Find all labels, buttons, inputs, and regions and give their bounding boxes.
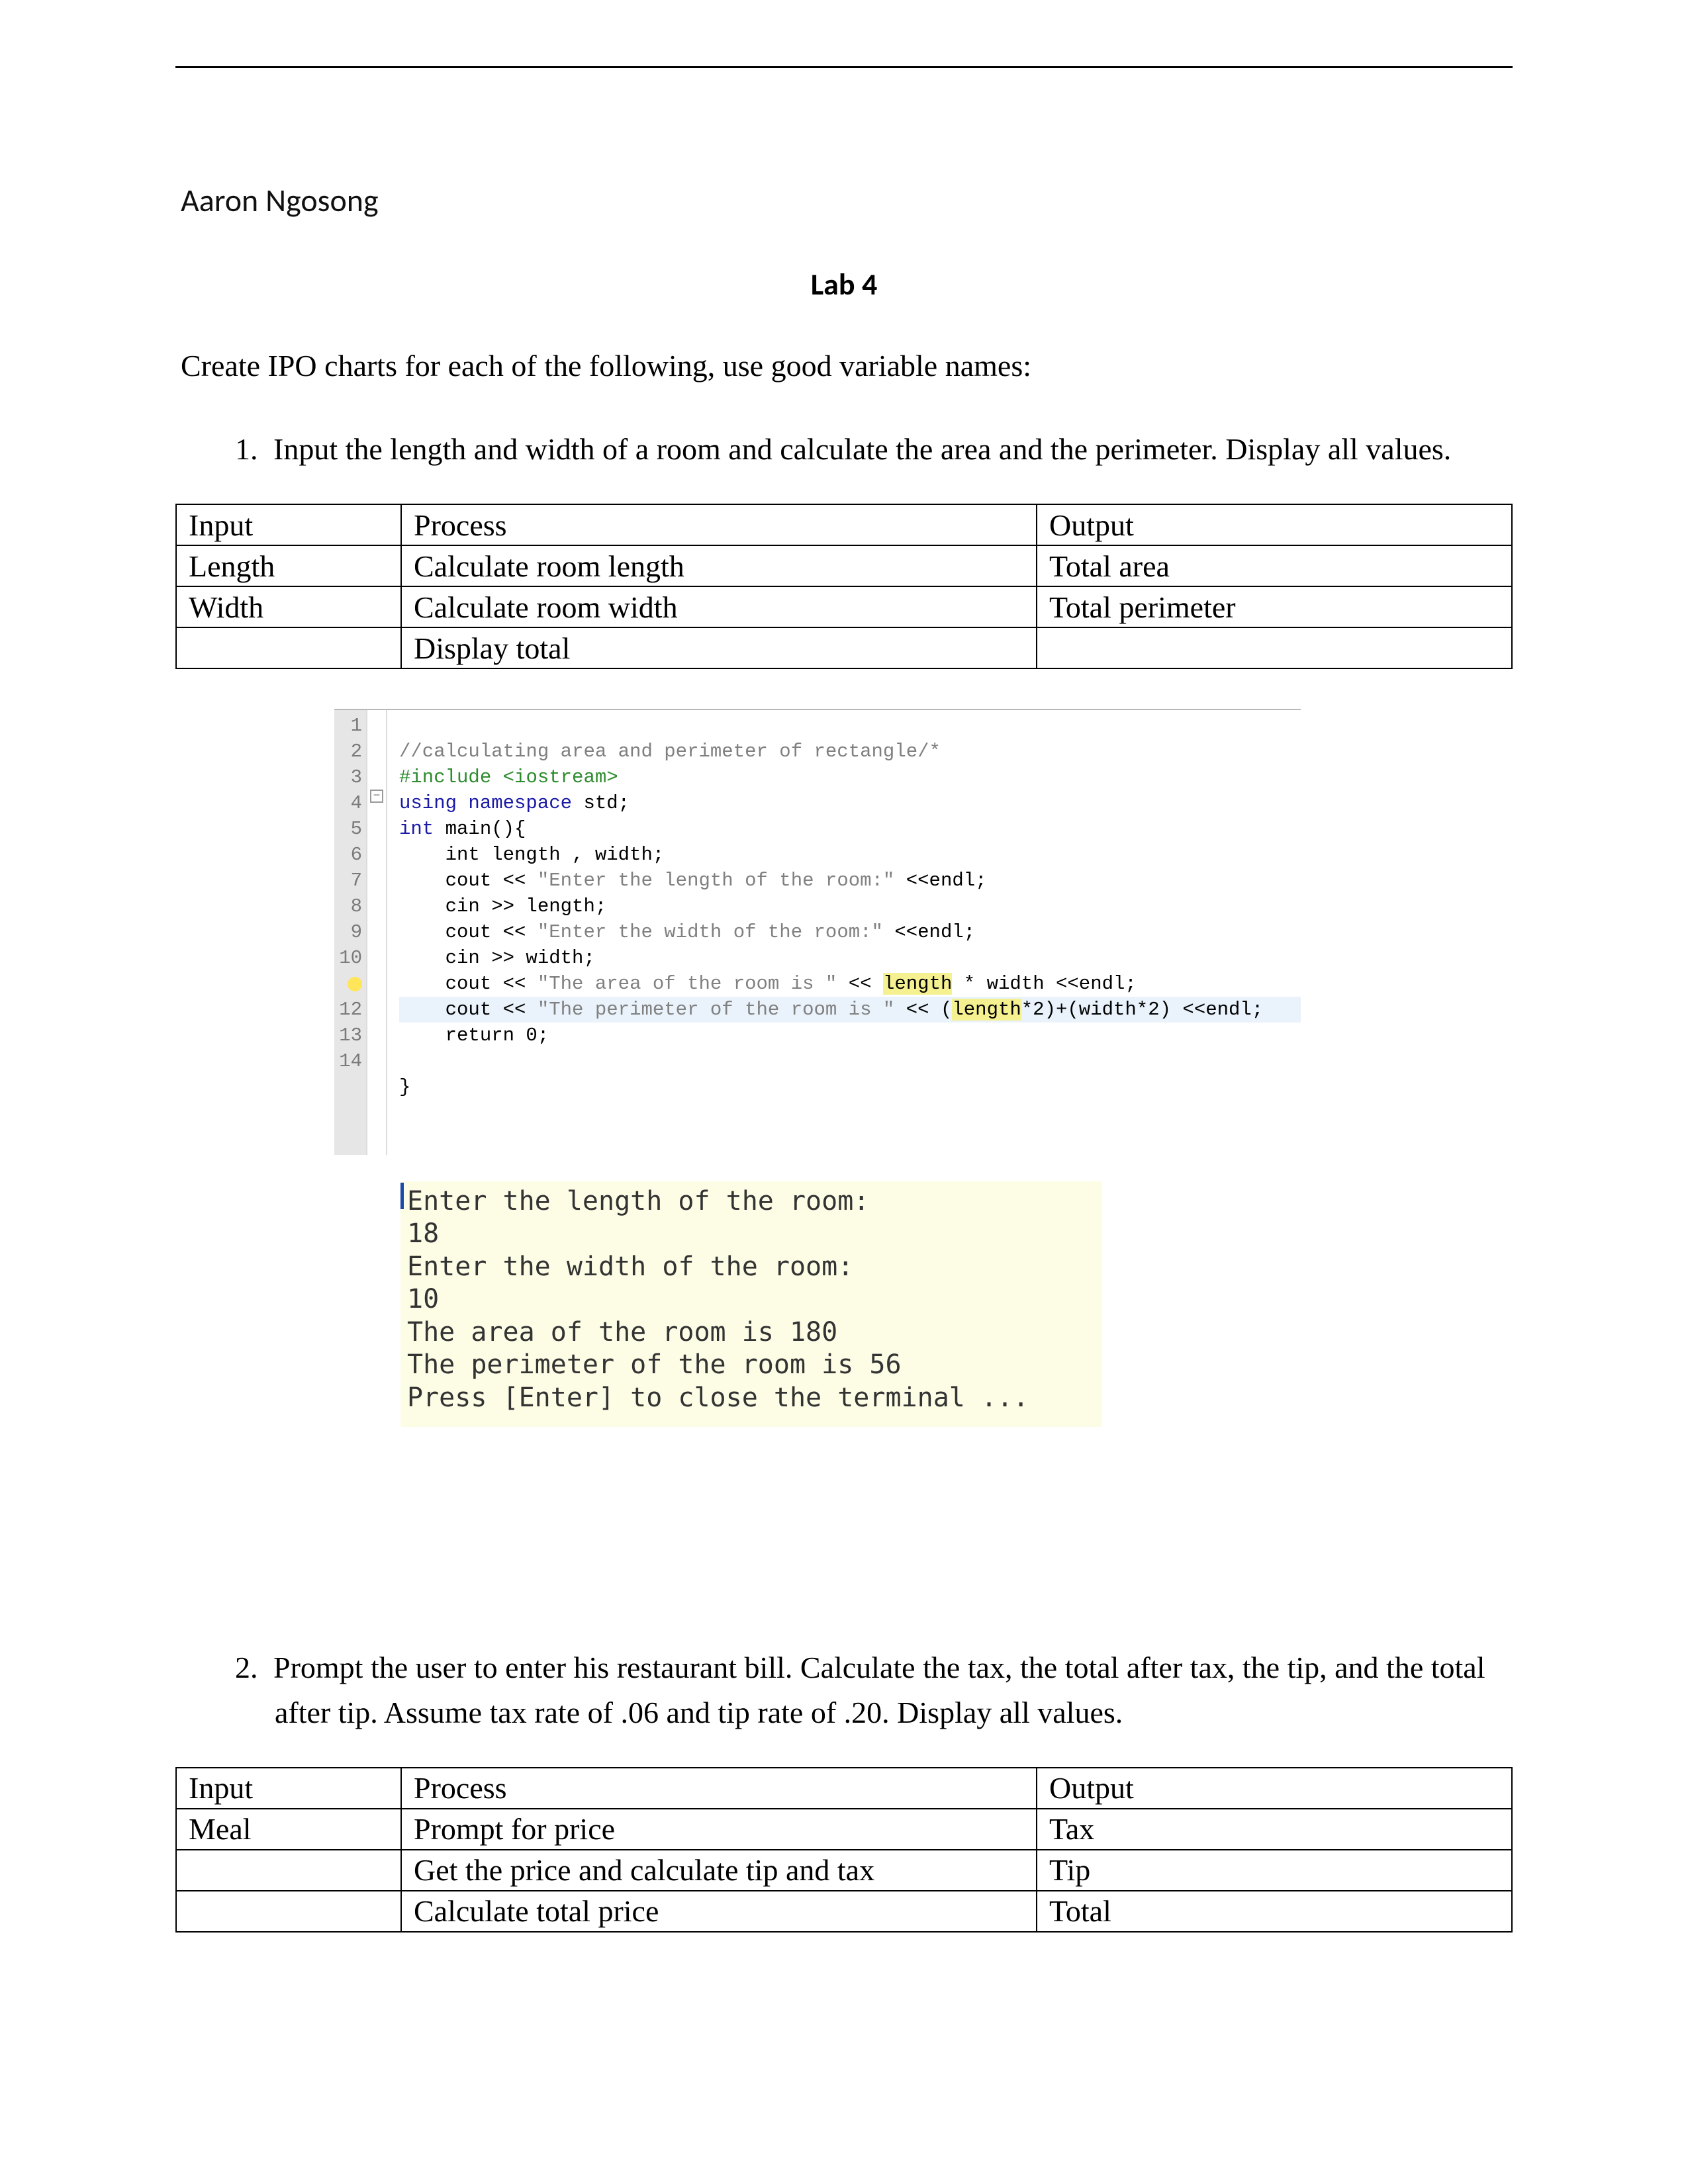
header-output: Output <box>1037 1768 1512 1809</box>
editor-gutter: 1 2 3 4 5 6 7 8 9 10 12 13 14 <box>334 710 367 1154</box>
code-body: //calculating area and perimeter of rect… <box>387 710 1301 1154</box>
header-process: Process <box>401 1768 1037 1809</box>
table-row: Meal Prompt for price Tax <box>176 1809 1512 1850</box>
problem-number: 2. <box>235 1645 273 1690</box>
problem-number: 1. <box>235 427 273 472</box>
lab-title: Lab 4 <box>175 266 1513 303</box>
lightbulb-icon <box>334 971 362 997</box>
console-output: Enter the length of the room: 18 Enter t… <box>400 1181 1102 1427</box>
console-text: Enter the length of the room: 18 Enter t… <box>400 1181 1102 1427</box>
table-row: Width Calculate room width Total perimet… <box>176 586 1512 627</box>
code-editor-screenshot: 1 2 3 4 5 6 7 8 9 10 12 13 14 − //calcul… <box>334 709 1301 1154</box>
console-caret-icon <box>400 1183 404 1209</box>
table-header-row: Input Process Output <box>176 504 1512 545</box>
problem-text: Prompt the user to enter his restaurant … <box>273 1651 1485 1729</box>
problem-1: 1.Input the length and width of a room a… <box>175 427 1513 472</box>
ipo-table-2: Input Process Output Meal Prompt for pri… <box>175 1767 1513 1933</box>
table-row: Display total <box>176 627 1512 668</box>
table-header-row: Input Process Output <box>176 1768 1512 1809</box>
table-row: Calculate total price Total <box>176 1891 1512 1932</box>
top-rule <box>175 66 1513 68</box>
table-row: Get the price and calculate tip and tax … <box>176 1850 1512 1891</box>
intro-text: Create IPO charts for each of the follow… <box>181 348 1513 383</box>
problem-2: 2.Prompt the user to enter his restauran… <box>175 1645 1513 1735</box>
header-input: Input <box>176 1768 401 1809</box>
fold-column: − <box>367 710 387 1154</box>
header-process: Process <box>401 504 1037 545</box>
header-input: Input <box>176 504 401 545</box>
header-output: Output <box>1037 504 1512 545</box>
problem-text: Input the length and width of a room and… <box>273 432 1451 466</box>
table-row: Length Calculate room length Total area <box>176 545 1512 586</box>
ipo-table-1: Input Process Output Length Calculate ro… <box>175 504 1513 669</box>
fold-minus-icon: − <box>370 790 383 803</box>
author-name: Aaron Ngosong <box>181 181 1513 220</box>
